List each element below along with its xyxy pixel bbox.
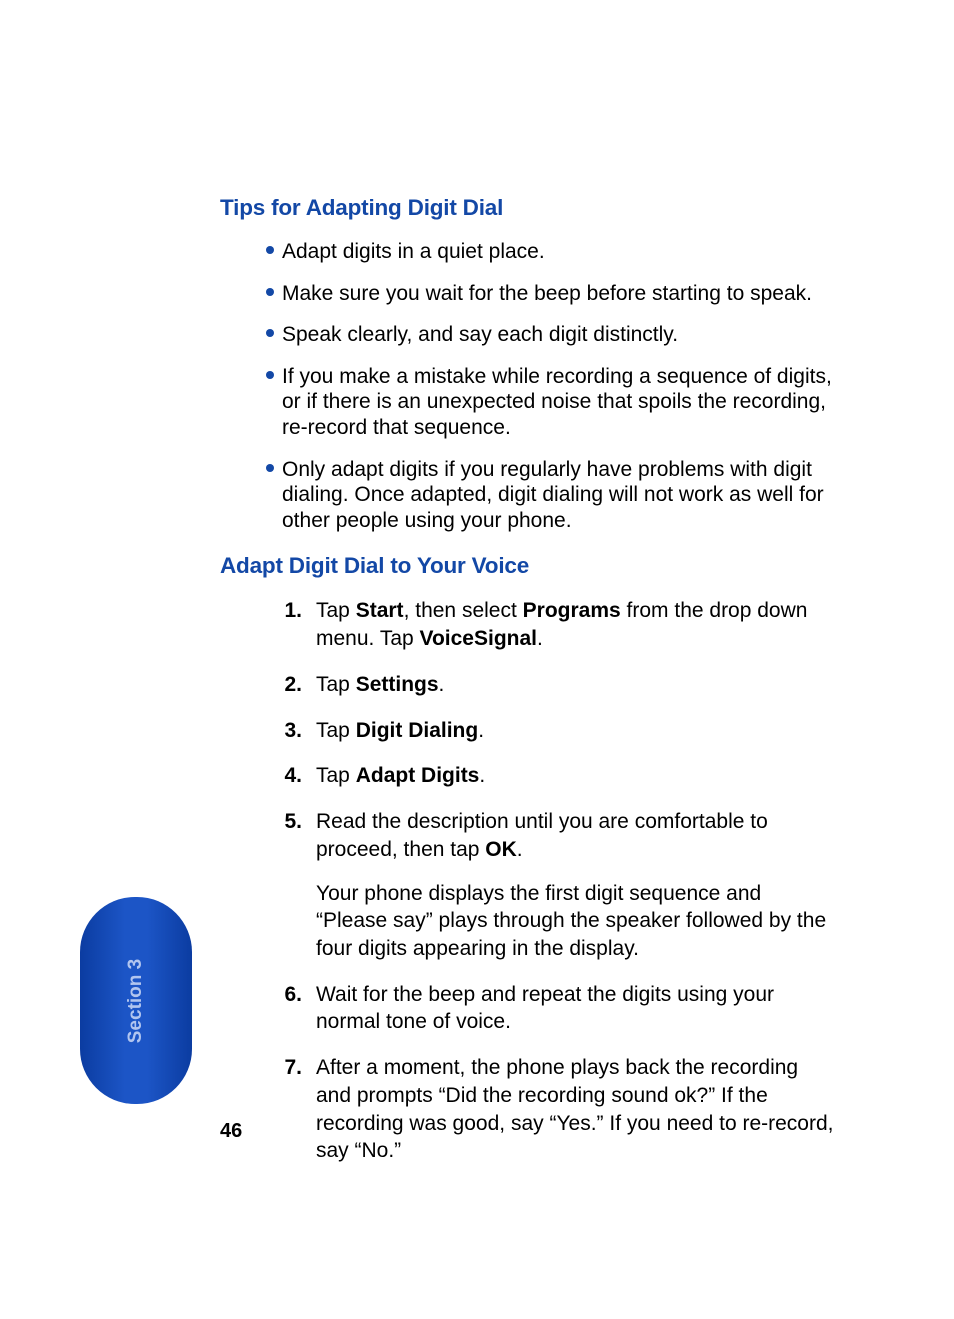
ordered-list: 1. Tap Start, then select Programs from … (280, 597, 834, 1165)
bullet-list: Adapt digits in a quiet place. Make sure… (266, 239, 834, 533)
section-label: Section 3 (125, 958, 147, 1042)
bullet-text: Adapt digits in a quiet place. (282, 240, 545, 263)
bullet-text: Only adapt digits if you regularly have … (282, 458, 824, 532)
bullet-icon (266, 329, 274, 337)
bullet-text: Speak clearly, and say each digit distin… (282, 323, 678, 346)
bullet-text: Make sure you wait for the beep before s… (282, 282, 812, 305)
step-4: 4. Tap Adapt Digits. (280, 762, 834, 790)
step-5: 5. Read the description until you are co… (280, 808, 834, 963)
list-item: Make sure you wait for the beep before s… (266, 281, 834, 307)
text: After a moment, the phone plays back the… (316, 1056, 834, 1162)
step-number: 1. (280, 597, 302, 625)
list-item: Speak clearly, and say each digit distin… (266, 322, 834, 348)
text: Read the description until you are comfo… (316, 810, 768, 861)
text: . (517, 838, 523, 861)
text: . (439, 673, 445, 696)
text: Tap (316, 764, 356, 787)
bullet-icon (266, 288, 274, 296)
text: , then select (404, 599, 523, 622)
step-1: 1. Tap Start, then select Programs from … (280, 597, 834, 652)
text: Tap (316, 673, 356, 696)
step-number: 5. (280, 808, 302, 836)
list-item: Adapt digits in a quiet place. (266, 239, 834, 265)
text: . (479, 764, 485, 787)
bold-text: Start (356, 599, 404, 622)
bullet-icon (266, 464, 274, 472)
step-number: 3. (280, 717, 302, 745)
step-7: 7. After a moment, the phone plays back … (280, 1054, 834, 1165)
step-6: 6. Wait for the beep and repeat the digi… (280, 981, 834, 1036)
text: . (537, 627, 543, 650)
step-paragraph: Your phone displays the first digit sequ… (316, 880, 834, 963)
bold-text: OK (485, 838, 517, 861)
text: . (478, 719, 484, 742)
bold-text: Programs (523, 599, 621, 622)
bold-text: Adapt Digits (356, 764, 480, 787)
bullet-icon (266, 371, 274, 379)
list-item: If you make a mistake while recording a … (266, 364, 834, 441)
bold-text: Settings (356, 673, 439, 696)
step-2: 2. Tap Settings. (280, 671, 834, 699)
heading-adapt: Adapt Digit Dial to Your Voice (220, 553, 834, 579)
step-number: 6. (280, 981, 302, 1009)
step-number: 7. (280, 1054, 302, 1082)
step-3: 3. Tap Digit Dialing. (280, 717, 834, 745)
document-page: Tips for Adapting Digit Dial Adapt digit… (0, 0, 954, 1319)
bullet-text: If you make a mistake while recording a … (282, 365, 832, 439)
text: Wait for the beep and repeat the digits … (316, 983, 774, 1034)
text: Tap (316, 719, 356, 742)
bold-text: VoiceSignal (420, 627, 537, 650)
heading-tips: Tips for Adapting Digit Dial (220, 195, 834, 221)
list-item: Only adapt digits if you regularly have … (266, 457, 834, 534)
step-number: 2. (280, 671, 302, 699)
step-number: 4. (280, 762, 302, 790)
section-tab: Section 3 (80, 897, 192, 1104)
page-number: 46 (220, 1120, 242, 1143)
text: Tap (316, 599, 356, 622)
bullet-icon (266, 246, 274, 254)
bold-text: Digit Dialing (356, 719, 479, 742)
